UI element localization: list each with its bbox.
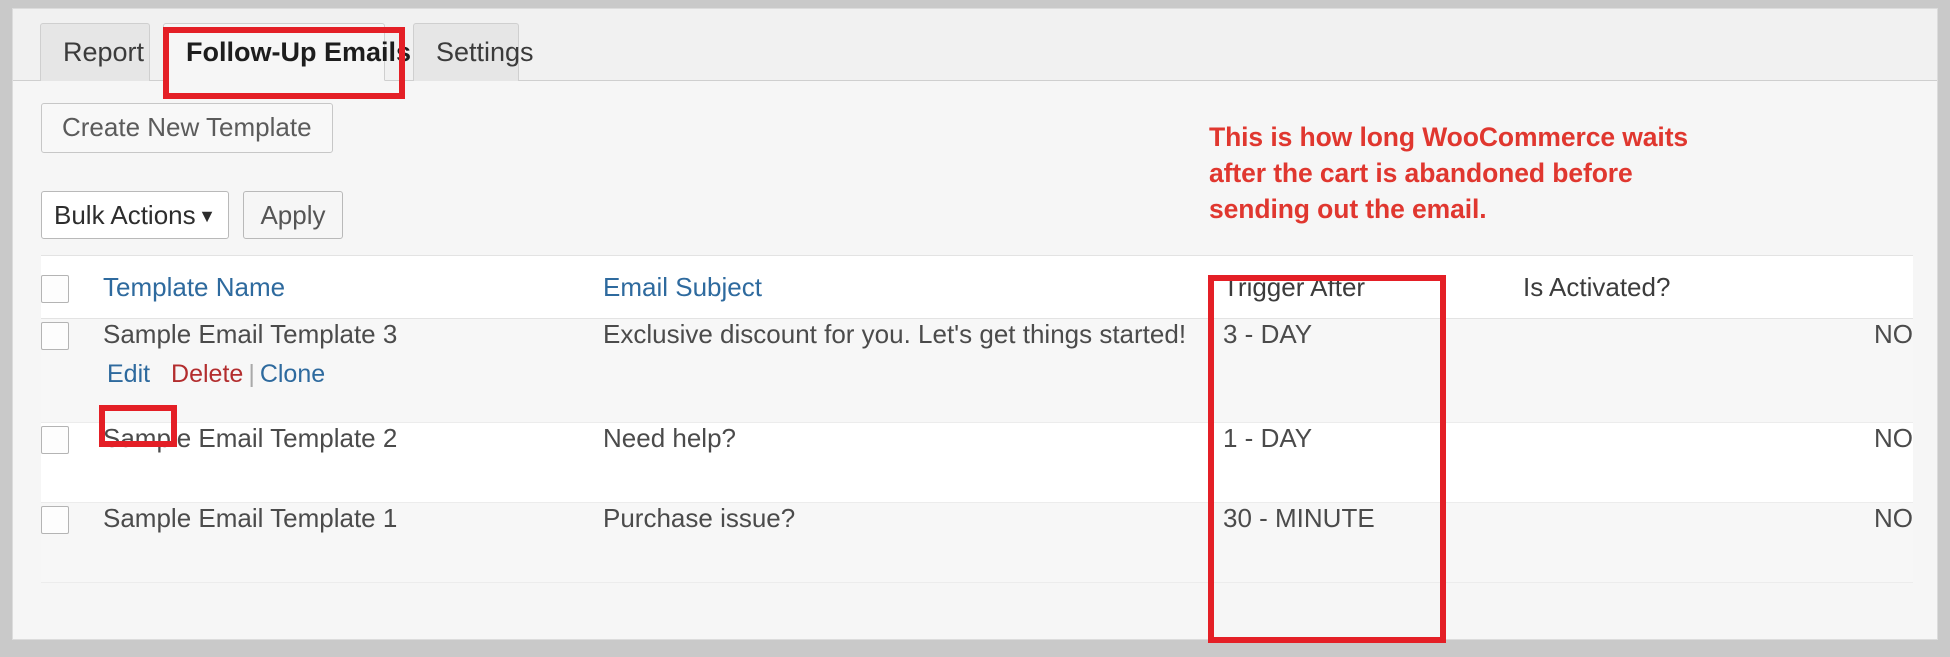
cell-is-activated: NO [1523,502,1913,583]
header-is-activated: Is Activated? [1523,255,1913,319]
row-checkbox[interactable] [41,426,69,455]
apply-button[interactable]: Apply [243,191,343,239]
header-template-name[interactable]: Template Name [103,255,603,319]
select-all-checkbox[interactable] [41,274,69,303]
template-name-text: Sample Email Template 3 [103,319,398,349]
row-select-cell [41,318,103,423]
bulk-actions-select[interactable]: Bulk Actions ▼ [41,191,229,239]
tab-settings[interactable]: Settings [413,23,534,81]
cell-is-activated: NO [1523,422,1913,503]
row-checkbox[interactable] [41,322,69,351]
row-checkbox[interactable] [41,506,69,535]
row-select-cell [41,502,103,583]
create-new-template-button[interactable]: Create New Template [41,103,333,153]
cell-trigger-after: 1 - DAY [1223,422,1523,503]
delete-link[interactable]: Delete [171,360,243,388]
tab-strip: Report Follow-Up Emails Settings [13,23,1937,81]
tab-follow-up-emails[interactable]: Follow-Up Emails [163,23,411,81]
table-header-row: Template Name Email Subject Trigger Afte… [41,255,1913,319]
chevron-down-icon: ▼ [198,206,216,226]
clone-link[interactable]: Clone [260,360,325,388]
tab-report[interactable]: Report [40,23,150,81]
header-trigger-after: Trigger After [1223,255,1523,319]
edit-link[interactable]: Edit [103,358,154,390]
annotation-note: This is how long WooCommerce waits after… [1209,122,1689,224]
cell-template-name: Sample Email Template 2 [103,422,603,503]
cell-template-name: Sample Email Template 3 Edit Delete | Clon… [103,318,603,423]
cell-trigger-after: 3 - DAY [1223,318,1523,423]
table-row[interactable]: Sample Email Template 3 Edit Delete | Clon… [41,318,1913,423]
email-templates-table: Template Name Email Subject Trigger Afte… [41,255,1913,583]
screenshot-root: Report Follow-Up Emails Settings Create … [0,0,1950,657]
header-email-subject[interactable]: Email Subject [603,255,1223,319]
table-row[interactable]: Sample Email Template 1 Purchase issue? … [41,502,1913,583]
action-separator-2: | [248,360,255,388]
cell-is-activated: NO [1523,318,1913,423]
cell-email-subject: Purchase issue? [603,502,1223,583]
cell-email-subject: Exclusive discount for you. Let's get th… [603,318,1223,423]
table-row[interactable]: Sample Email Template 2 Need help? 1 - D… [41,422,1913,503]
row-select-cell [41,422,103,503]
admin-page-frame: Report Follow-Up Emails Settings Create … [12,8,1938,643]
bulk-actions-value: Bulk Actions [54,200,196,230]
tab-panel-follow-up-emails: Create New Template Bulk Actions ▼ Apply… [13,81,1937,639]
select-all-header [41,255,103,319]
row-actions: Edit Delete | Clone [103,360,603,389]
cell-email-subject: Need help? [603,422,1223,503]
cell-trigger-after: 30 - MINUTE [1223,502,1523,583]
action-separator-1 [154,360,171,388]
cell-template-name: Sample Email Template 1 [103,502,603,583]
